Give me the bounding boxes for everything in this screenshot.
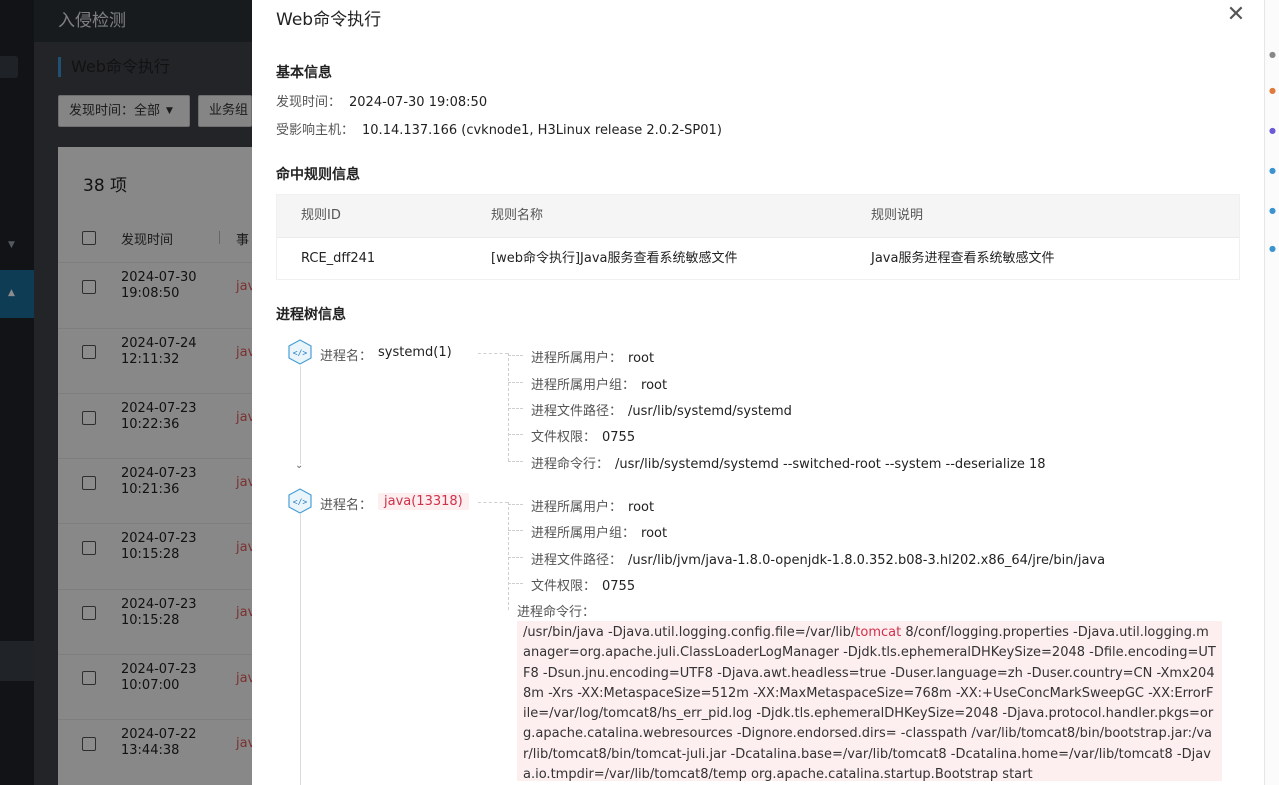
- host-label: 受影响主机：: [276, 123, 355, 138]
- process-name-java: java(13318): [378, 493, 469, 510]
- process-detail-row: 文件权限： 0755: [531, 430, 636, 445]
- rule-table-row: RCE_dff241 [web命令执行]Java服务查看系统敏感文件 Java服…: [277, 237, 1239, 279]
- tree-dashed-branch: [508, 557, 523, 558]
- tree-dashed-branch: [508, 583, 523, 584]
- found-time-label: 发现时间：: [276, 95, 342, 110]
- rule-header-name: 规则名称: [491, 208, 544, 223]
- process-detail-row: 进程命令行：/usr/lib/systemd/systemd --switche…: [531, 457, 1046, 472]
- process-detail-row: 进程文件路径：/usr/lib/jvm/java-1.8.0-openjdk-1…: [531, 553, 1106, 568]
- tree-dashed-connector: [478, 353, 508, 354]
- edge-dot-icon: ●: [1269, 166, 1276, 175]
- process-detail-row: 进程所属用户组： root: [531, 526, 668, 541]
- process-icon: </>: [288, 339, 312, 365]
- section-title-basic: 基本信息: [276, 65, 332, 81]
- edge-dot-icon: ●: [1269, 50, 1276, 59]
- edge-dot-icon: ●: [1269, 244, 1276, 253]
- svg-text:</>: </>: [293, 349, 308, 358]
- detail-drawer: Web命令执行 ✕ 基本信息 发现时间： 2024-07-30 19:08:50 …: [252, 0, 1264, 785]
- process-detail-row: 进程所属用户组： root: [531, 378, 668, 393]
- tree-dashed-connector: [508, 353, 509, 461]
- process-name-label: 进程名：: [320, 349, 373, 364]
- right-edge-strip: ● ● ● ● ● ●: [1264, 0, 1279, 785]
- tree-dashed-branch: [508, 504, 523, 505]
- process-cmdline-label: 进程命令行：: [517, 605, 596, 620]
- process-detail-row: 进程所属用户： root: [531, 500, 655, 515]
- edge-dot-icon: ●: [1269, 126, 1276, 135]
- tree-connector: [300, 366, 301, 464]
- rule-header-desc: 规则说明: [871, 208, 924, 223]
- rule-table: 规则ID 规则名称 规则说明 RCE_dff241 [web命令执行]Java服…: [276, 194, 1240, 280]
- tree-dashed-branch: [508, 461, 523, 462]
- tree-connector: [300, 514, 301, 785]
- cmdline-keyword-highlight: tomcat: [855, 625, 902, 640]
- tree-dashed-connector: [478, 502, 508, 503]
- rule-name: [web命令执行]Java服务查看系统敏感文件: [491, 251, 738, 266]
- rule-desc: Java服务进程查看系统敏感文件: [871, 251, 1055, 266]
- edge-dot-icon: ●: [1269, 206, 1276, 215]
- host-row: 受影响主机： 10.14.137.166 (cvknode1, H3Linux r…: [276, 119, 722, 138]
- process-name-systemd: systemd(1): [378, 345, 452, 360]
- process-detail-row: 文件权限： 0755: [531, 579, 636, 594]
- drawer-title: Web命令执行: [276, 10, 382, 30]
- process-detail-row: 进程文件路径：/usr/lib/systemd/systemd: [531, 404, 792, 419]
- svg-text:</>: </>: [293, 498, 308, 507]
- found-time-row: 发现时间： 2024-07-30 19:08:50: [276, 91, 487, 110]
- tree-dashed-branch: [508, 382, 523, 383]
- process-cmdline-value: /usr/bin/java -Djava.util.logging.config…: [517, 621, 1222, 781]
- process-icon: </>: [288, 488, 312, 514]
- close-icon[interactable]: ✕: [1224, 2, 1248, 28]
- found-time-value: 2024-07-30 19:08:50: [349, 95, 488, 110]
- chevron-down-icon[interactable]: ⌄: [295, 460, 303, 471]
- rule-table-header: 规则ID 规则名称 规则说明: [277, 195, 1239, 237]
- rule-id: RCE_dff241: [301, 251, 376, 266]
- tree-dashed-connector: [508, 502, 509, 610]
- tree-dashed-branch: [508, 434, 523, 435]
- tree-dashed-branch: [508, 530, 523, 531]
- tree-dashed-branch: [508, 355, 523, 356]
- tree-dashed-branch: [508, 408, 523, 409]
- section-title-rule: 命中规则信息: [276, 167, 360, 183]
- section-title-tree: 进程树信息: [276, 307, 346, 323]
- edge-dot-icon: ●: [1269, 86, 1276, 95]
- rule-header-id: 规则ID: [301, 208, 341, 223]
- process-name-label: 进程名：: [320, 498, 373, 513]
- host-value: 10.14.137.166 (cvknode1, H3Linux release…: [362, 123, 722, 138]
- process-detail-row: 进程所属用户： root: [531, 351, 655, 366]
